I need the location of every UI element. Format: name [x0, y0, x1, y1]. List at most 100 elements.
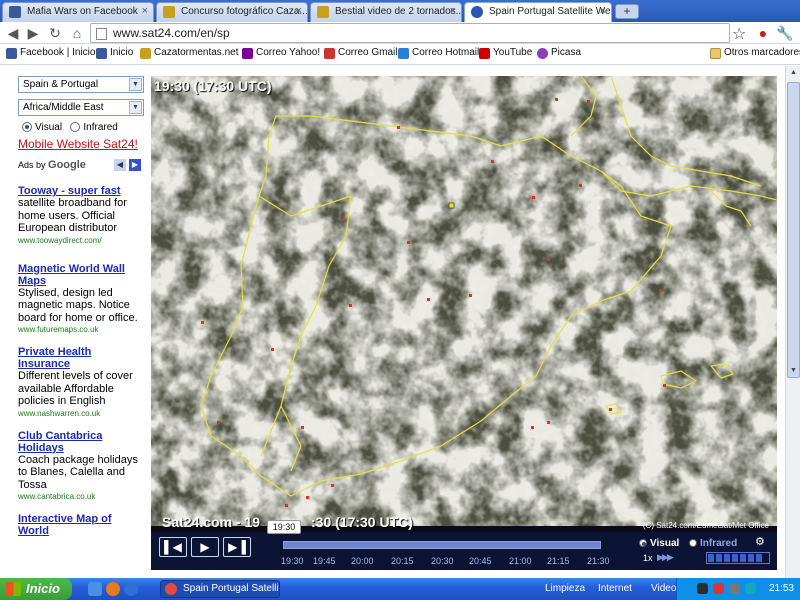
tray-icon[interactable] [729, 583, 740, 594]
time-tooltip: 19:30 [267, 520, 301, 534]
ad-title[interactable]: Private Health Insurance [18, 346, 144, 370]
bookmark-hotmail[interactable]: Correo Hotmail [398, 47, 479, 59]
ad-desc: satellite broadband for home users. Offi… [18, 197, 127, 234]
time-tick[interactable]: 21:30 [587, 556, 610, 566]
bookmark-label: Correo Gmail [338, 47, 398, 58]
tab-sat24[interactable]: Spain Portugal Satellite We... × [464, 2, 612, 23]
satellite-image[interactable] [151, 76, 777, 526]
speed-bar[interactable] [706, 552, 770, 564]
wrench-icon[interactable]: 🔧 [776, 24, 794, 42]
start-button[interactable]: Inicio [0, 578, 72, 600]
brand-label: Sat24.com - 19 [162, 514, 261, 530]
bookmark-facebook[interactable]: Facebook | Inicio [6, 47, 96, 59]
desktop-icon[interactable] [88, 582, 102, 596]
ads-by-google[interactable]: Ads by Google ◀ ▶ [18, 159, 144, 173]
scroll-thumb[interactable] [787, 82, 800, 378]
time-tick[interactable]: 19:45 [313, 556, 336, 566]
ad-desc: Different levels of cover available Affo… [18, 370, 133, 407]
visual-radio[interactable] [22, 122, 32, 133]
facebook-icon [6, 48, 17, 59]
tab-concurso[interactable]: Concurso fotográfico Caza... × [156, 2, 308, 22]
bookmark-label: Correo Yahoo! [256, 47, 321, 58]
chevron-right-icon[interactable]: ▶ [129, 159, 141, 171]
ad-title[interactable]: Club Cantabrica Holidays [18, 430, 144, 454]
time-slider[interactable] [283, 541, 601, 549]
infrared-radio[interactable] [689, 539, 697, 548]
time-tick[interactable]: 21:00 [509, 556, 532, 566]
mobile-website-link[interactable]: Mobile Website Sat24! [18, 137, 144, 151]
tab-mafia-wars[interactable]: Mafia Wars on Facebook × [2, 2, 154, 22]
bookmark-youtube[interactable]: YouTube [479, 47, 533, 59]
play-button[interactable]: ▶ [191, 537, 219, 557]
task-label: Spain Portugal Satellit... [183, 583, 280, 594]
close-icon[interactable]: × [600, 5, 606, 17]
bookmark-label: YouTube [493, 47, 533, 58]
fast-forward-icon[interactable]: ▶▶▶ [657, 552, 674, 563]
tray-icon[interactable] [713, 583, 724, 594]
ad-title[interactable]: Tooway - super fast [18, 185, 144, 197]
bookmark-label: Facebook | Inicio [20, 47, 96, 58]
other-bookmarks[interactable]: Otros marcadores [710, 47, 800, 59]
scroll-down-icon[interactable]: ▼ [787, 364, 800, 378]
ad-title[interactable]: Magnetic World Wall Maps [18, 263, 144, 287]
time-tick[interactable]: 20:15 [391, 556, 414, 566]
forward-icon[interactable]: ▶ [24, 24, 42, 42]
vertical-scrollbar[interactable]: ▲ ▼ [785, 66, 800, 578]
tray-icon[interactable] [697, 583, 708, 594]
area-select[interactable]: Africa/Middle East ▼ [18, 99, 144, 116]
back-icon[interactable]: ◀ [4, 24, 22, 42]
infrared-toggle[interactable]: Infrared [689, 538, 737, 549]
firefox-icon[interactable] [106, 582, 120, 596]
ad-url[interactable]: www.cantabrica.co.uk [18, 492, 144, 501]
address-bar[interactable]: www.sat24.com/en/sp [90, 23, 730, 43]
time-ticks: 19:30 19:45 20:00 20:15 20:30 20:45 21:0… [281, 556, 621, 568]
settings-icon[interactable]: ⚙ [755, 535, 765, 548]
tab-bestial-video[interactable]: Bestial video de 2 tornados... × [310, 2, 462, 22]
bookmark-yahoo[interactable]: Correo Yahoo! [242, 47, 321, 59]
bookmark-label: Inicio [110, 47, 134, 58]
chevron-left-icon[interactable]: ◀ [114, 159, 126, 171]
extension-icon[interactable]: ● [754, 24, 772, 42]
bookmarks-bar: Facebook | Inicio Inicio Cazatormentas.n… [0, 45, 800, 65]
region-select-value: Spain & Portugal [23, 79, 99, 90]
time-tick[interactable]: 19:30 [281, 556, 304, 566]
home-icon[interactable]: ⌂ [68, 24, 86, 42]
ie-icon[interactable] [124, 582, 138, 596]
toolbar-internet[interactable]: Internet [598, 583, 632, 594]
bookmark-star-icon[interactable]: ☆ [732, 24, 746, 44]
ad-url[interactable]: www.futuremaps.co.uk [18, 325, 144, 334]
scroll-up-icon[interactable]: ▲ [787, 66, 800, 80]
ad-interactive-map: Interactive Map of World [18, 513, 144, 537]
time-tick[interactable]: 21:15 [547, 556, 570, 566]
last-frame-button[interactable]: ▶▐ [223, 537, 251, 557]
ad-title[interactable]: Interactive Map of World [18, 513, 144, 537]
close-icon[interactable]: × [142, 5, 148, 17]
bookmark-gmail[interactable]: Correo Gmail [324, 47, 398, 59]
ad-url[interactable]: www.nashwarren.co.uk [18, 409, 144, 418]
close-icon[interactable]: × [450, 5, 456, 17]
bookmark-cazatormentas[interactable]: Cazatormentas.net [140, 47, 239, 59]
bookmark-picasa[interactable]: Picasa [537, 47, 581, 59]
visual-radio[interactable] [639, 539, 647, 548]
close-icon[interactable]: × [296, 5, 302, 17]
bookmark-inicio[interactable]: Inicio [96, 47, 134, 59]
tab-label: Spain Portugal Satellite We... [489, 6, 612, 17]
tab-label: Mafia Wars on Facebook [27, 6, 138, 17]
ad-url[interactable]: www.toowaydirect.com/ [18, 236, 144, 245]
chevron-down-icon[interactable]: ▼ [129, 101, 142, 114]
region-select[interactable]: Spain & Portugal ▼ [18, 76, 144, 93]
taskbar-window-button[interactable]: Spain Portugal Satellit... [160, 580, 280, 598]
visual-toggle[interactable]: Visual [639, 538, 679, 549]
first-frame-button[interactable]: ▌◀ [159, 537, 187, 557]
reload-icon[interactable]: ↻ [46, 24, 64, 42]
tray-icon[interactable] [745, 583, 756, 594]
time-tick[interactable]: 20:00 [351, 556, 374, 566]
time-tick[interactable]: 20:30 [431, 556, 454, 566]
new-tab-button[interactable]: + [615, 4, 639, 19]
infrared-radio[interactable] [70, 122, 81, 133]
chevron-down-icon[interactable]: ▼ [129, 78, 142, 91]
time-tick[interactable]: 20:45 [469, 556, 492, 566]
toolbar-limpieza[interactable]: Limpieza [545, 583, 585, 594]
youtube-icon [479, 48, 490, 59]
toolbar-video[interactable]: Video [651, 583, 676, 594]
